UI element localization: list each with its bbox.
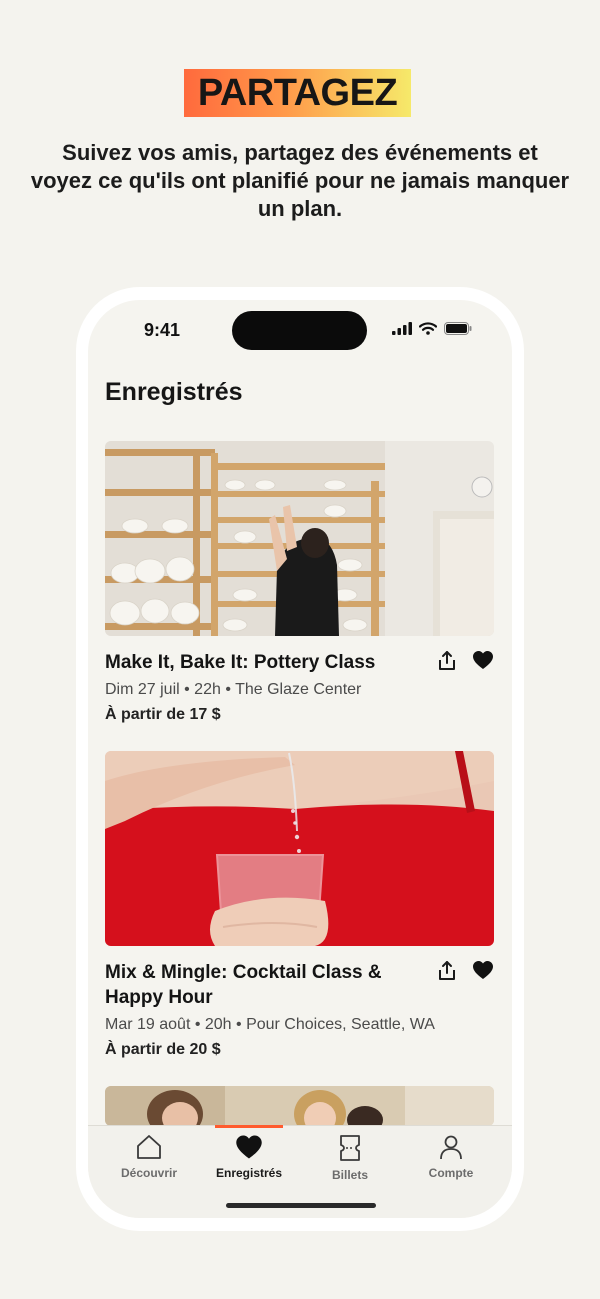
tab-saved[interactable]: Enregistrés <box>199 1134 299 1180</box>
event-title[interactable]: Make It, Bake It: Pottery Class <box>105 650 405 675</box>
share-button[interactable] <box>436 959 458 981</box>
tab-account[interactable]: Compte <box>401 1134 501 1180</box>
tab-tickets[interactable]: Billets <box>300 1134 400 1182</box>
home-icon <box>137 1135 161 1159</box>
battery-icon <box>444 322 472 335</box>
page-title: Enregistrés <box>105 378 243 406</box>
user-icon <box>440 1135 462 1160</box>
event-card[interactable] <box>105 1086 494 1126</box>
wifi-icon <box>419 322 437 335</box>
home-indicator <box>226 1203 376 1208</box>
share-icon <box>439 960 455 980</box>
phone-screen: 9:41 Enregistrés Make It, Bake It: Potte… <box>88 300 512 1218</box>
event-price: À partir de 17 $ <box>105 706 221 723</box>
ticket-icon <box>340 1135 360 1161</box>
share-button[interactable] <box>436 649 458 671</box>
event-card[interactable]: Mix & Mingle: Cocktail Class & Happy Hou… <box>105 751 494 1059</box>
tab-label: Compte <box>428 1166 474 1180</box>
event-image[interactable] <box>105 441 494 636</box>
event-meta: Mar 19 août • 20h • Pour Choices, Seattl… <box>105 1016 435 1033</box>
favorite-button[interactable] <box>472 649 494 671</box>
status-time: 9:41 <box>144 320 181 340</box>
status-icons <box>392 322 472 335</box>
favorite-button[interactable] <box>472 959 494 981</box>
signal-icon <box>392 322 412 335</box>
active-tab-indicator <box>215 1125 283 1128</box>
heart-icon <box>473 961 493 979</box>
tab-label: Billets <box>331 1168 368 1182</box>
event-actions <box>436 649 494 671</box>
event-card[interactable]: Make It, Bake It: Pottery Class Dim 27 j… <box>105 441 494 724</box>
share-icon <box>439 650 455 670</box>
dynamic-island <box>232 311 367 350</box>
event-image[interactable] <box>105 1086 494 1126</box>
event-actions <box>436 959 494 981</box>
tab-label: Découvrir <box>120 1166 178 1180</box>
hero-badge: PARTAGEZ <box>184 69 411 117</box>
heart-icon <box>473 651 493 669</box>
party-photo <box>105 1086 494 1126</box>
event-image[interactable] <box>105 751 494 946</box>
event-title[interactable]: Mix & Mingle: Cocktail Class & Happy Hou… <box>105 960 405 1010</box>
pottery-photo <box>105 441 494 636</box>
tab-label: Enregistrés <box>215 1166 283 1180</box>
hero-subtitle: Suivez vos amis, partagez des événements… <box>30 140 570 221</box>
cocktail-photo <box>105 751 494 946</box>
tab-discover[interactable]: Découvrir <box>99 1134 199 1180</box>
heart-icon <box>236 1135 262 1159</box>
event-meta: Dim 27 juil • 22h • The Glaze Center <box>105 681 362 698</box>
hero-badge-text: PARTAGEZ <box>197 71 398 114</box>
event-price: À partir de 20 $ <box>105 1041 221 1058</box>
